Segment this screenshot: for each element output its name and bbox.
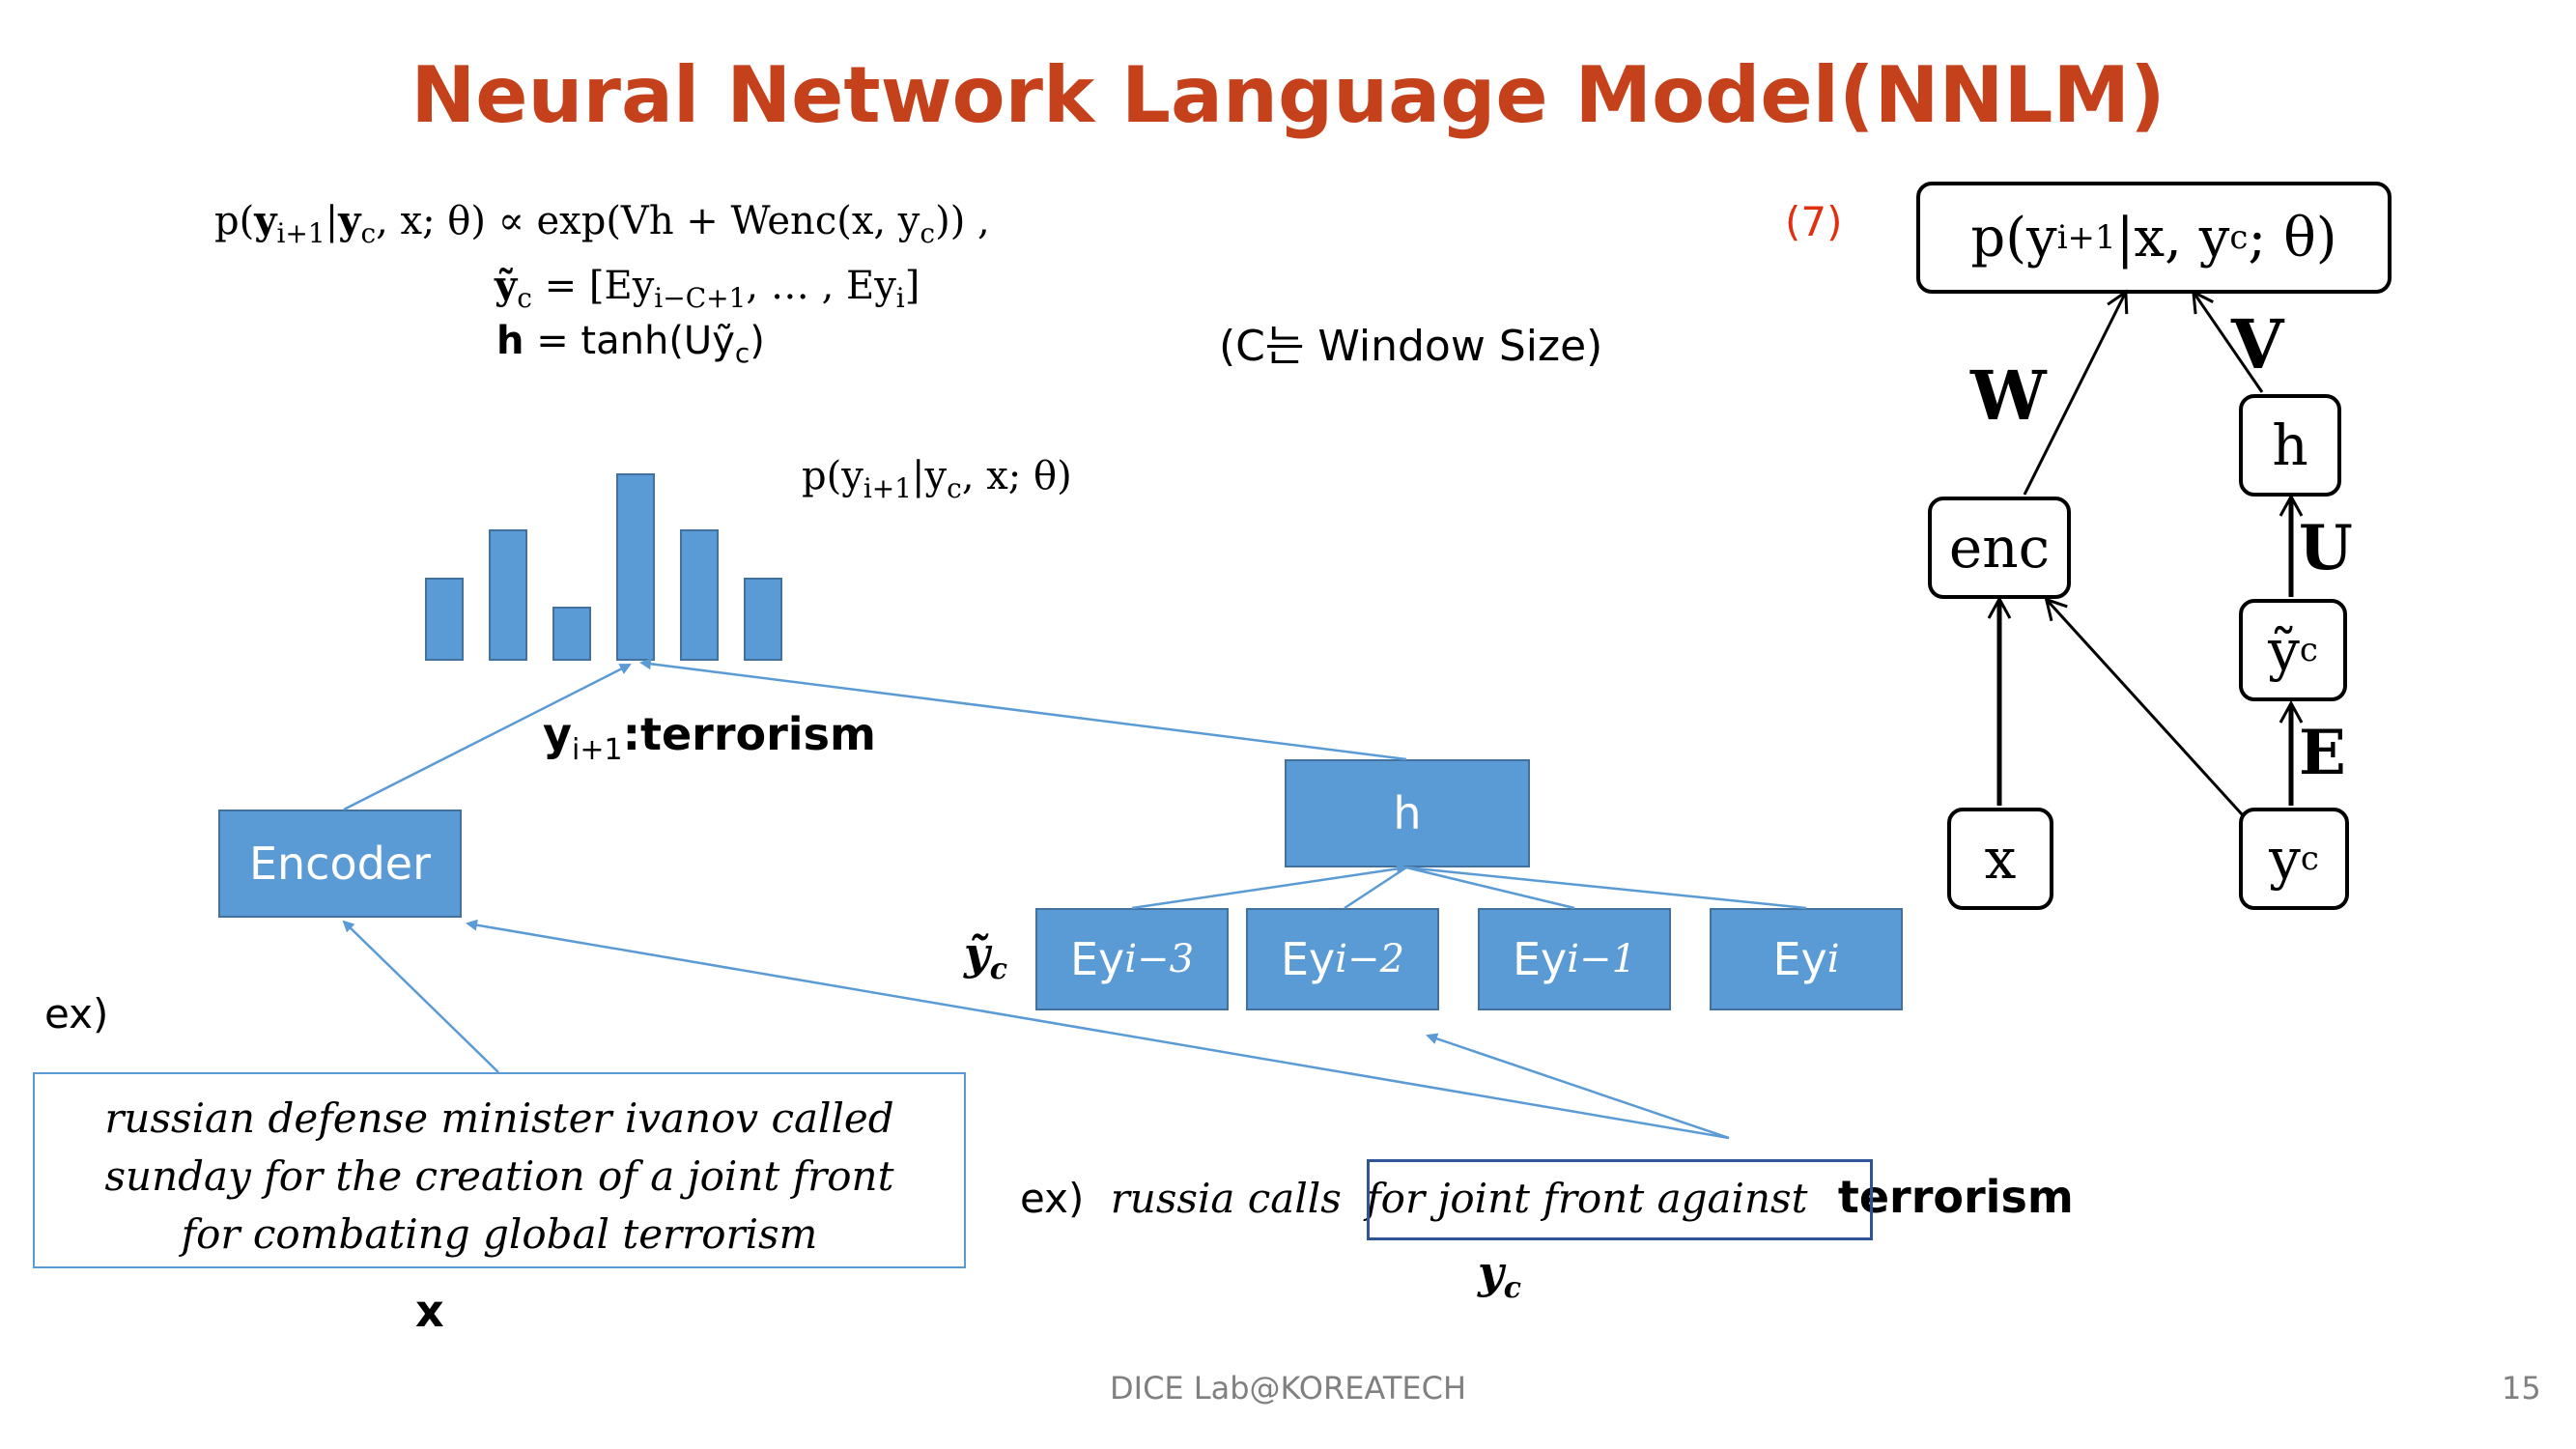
page-number: 15 — [2502, 1370, 2541, 1406]
connector-lines — [342, 289, 2304, 1140]
footer: DICE Lab@KOREATECH — [1109, 1370, 1466, 1406]
